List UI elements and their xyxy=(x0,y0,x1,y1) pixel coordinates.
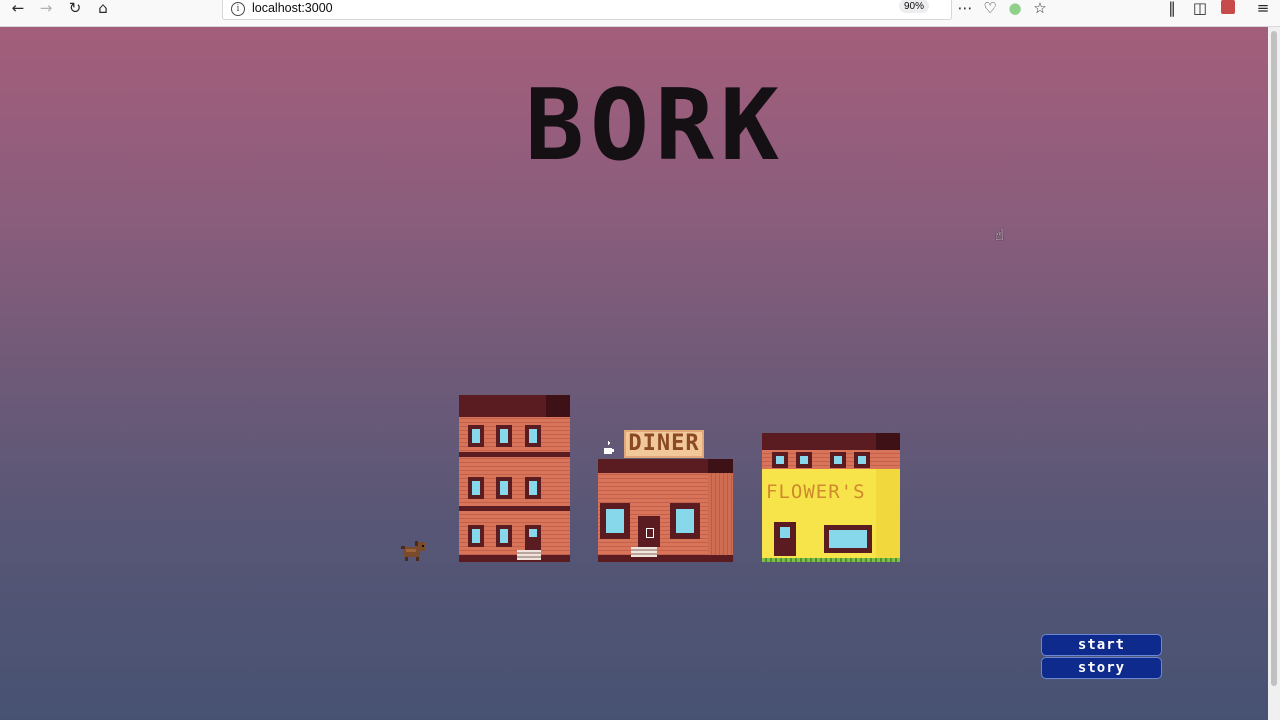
extension-icon[interactable]: ● xyxy=(1005,0,1025,18)
reload-icon[interactable]: ↻ xyxy=(65,0,85,18)
coffee-cup-icon xyxy=(604,441,614,454)
apartment-steps xyxy=(517,550,541,560)
diner-building xyxy=(598,459,733,562)
diner-steps xyxy=(631,547,657,557)
bookmark-star-icon[interactable]: ☆ xyxy=(1030,0,1050,18)
story-button[interactable]: story xyxy=(1041,657,1162,679)
forward-arrow-icon[interactable]: → xyxy=(36,0,56,18)
flower-shop-window xyxy=(824,525,872,553)
start-button[interactable]: start xyxy=(1041,634,1162,656)
zoom-level-badge[interactable]: 90% xyxy=(899,0,930,13)
game-canvas[interactable]: BORK ☝ DINER FLOWER'S start story xyxy=(0,27,1268,720)
game-title: BORK xyxy=(524,69,785,183)
sidebar-icon[interactable]: ◫ xyxy=(1190,0,1210,18)
grass-strip xyxy=(762,558,900,562)
flower-shop-building: FLOWER'S xyxy=(762,433,900,562)
window xyxy=(496,525,512,547)
site-info-icon[interactable]: i xyxy=(231,2,245,16)
browser-toolbar: ← → ↻ ⌂ i localhost:3000 90% ⋯ ♡ ● ☆ ‖ ◫… xyxy=(0,0,1280,27)
back-arrow-icon[interactable]: ← xyxy=(8,0,28,18)
library-icon[interactable]: ‖ xyxy=(1162,0,1182,18)
window xyxy=(854,452,870,468)
window xyxy=(796,452,812,468)
account-icon[interactable] xyxy=(1221,0,1235,14)
dog-sprite-icon xyxy=(401,541,425,561)
address-bar[interactable]: i localhost:3000 90% xyxy=(222,0,952,20)
window xyxy=(496,425,512,447)
flower-shop-door xyxy=(774,522,796,556)
page-scrollbar[interactable] xyxy=(1268,27,1280,720)
flower-shop-sign: FLOWER'S xyxy=(766,481,866,503)
window xyxy=(670,503,700,539)
window xyxy=(525,477,541,499)
window xyxy=(496,477,512,499)
url-text[interactable]: localhost:3000 xyxy=(252,1,333,15)
window xyxy=(525,425,541,447)
hamburger-menu-icon[interactable]: ≡ xyxy=(1253,0,1273,18)
apartment-building xyxy=(459,395,570,562)
page-actions-icon[interactable]: ⋯ xyxy=(955,0,975,18)
diner-sign: DINER xyxy=(624,430,704,458)
window xyxy=(468,477,484,499)
apartment-door xyxy=(525,525,541,550)
window xyxy=(830,452,846,468)
window xyxy=(468,525,484,547)
scrollbar-thumb[interactable] xyxy=(1271,31,1277,686)
window xyxy=(468,425,484,447)
diner-door xyxy=(638,516,660,547)
home-icon[interactable]: ⌂ xyxy=(93,0,113,18)
window xyxy=(600,503,630,539)
mouse-cursor-icon: ☝ xyxy=(995,226,1005,244)
pocket-icon[interactable]: ♡ xyxy=(980,0,1000,18)
window xyxy=(772,452,788,468)
